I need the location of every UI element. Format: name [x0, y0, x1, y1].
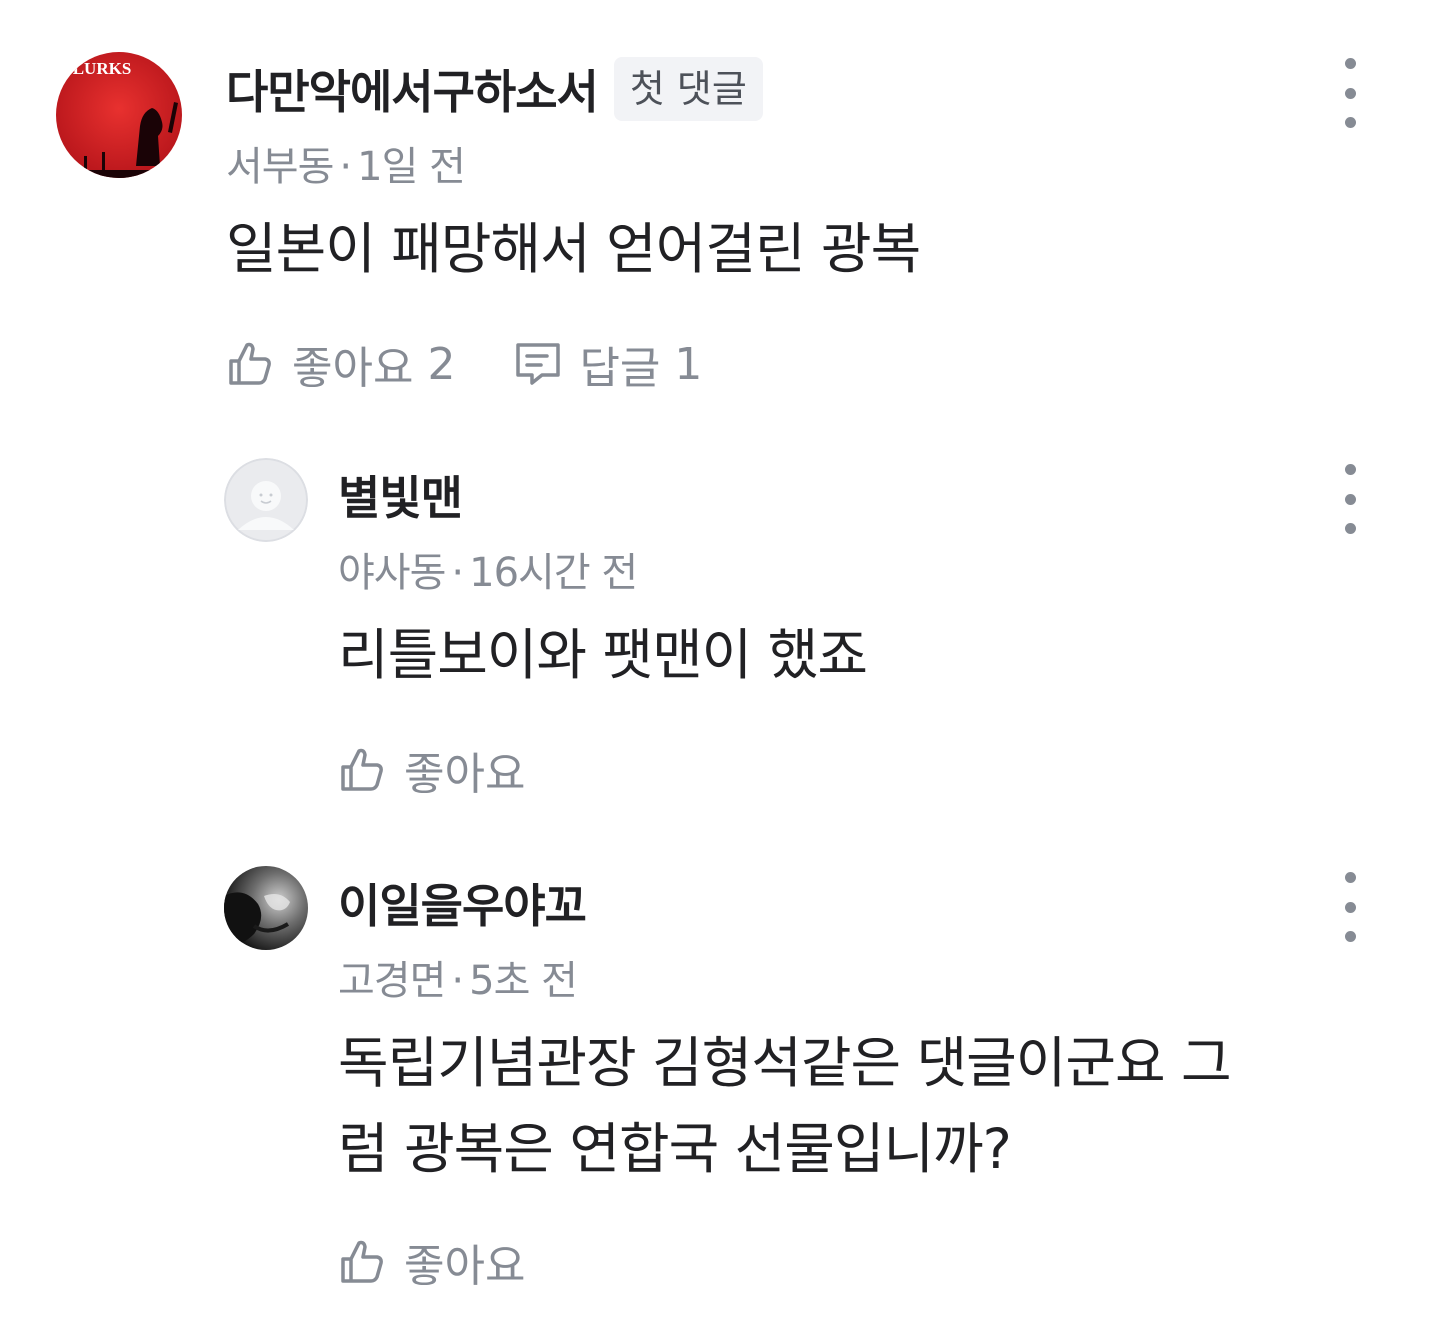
comment-meta: 야사동 · 16시간 전 [338, 540, 638, 598]
nickname[interactable]: 이일을우야꼬 [338, 870, 587, 936]
avatar[interactable] [224, 866, 308, 950]
like-label: 좋아요 [292, 343, 414, 394]
thumbs-up-icon [229, 342, 271, 385]
comment-meta: 고경면 · 5초 전 [338, 948, 578, 1006]
more-options-button[interactable] [1330, 58, 1370, 128]
location-text: 야사동 [338, 550, 446, 596]
more-vertical-icon [1344, 58, 1356, 69]
avatar-image: LURKS [56, 52, 182, 178]
comment-actions: 좋아요 2 답글 1 [226, 332, 702, 396]
like-count: 2 [427, 338, 456, 390]
time-text: 16시간 전 [469, 550, 638, 596]
avatar-logo-text: LURKS [73, 59, 132, 78]
comment-text: 독립기념관장 김형석같은 댓글이군요 그 럼 광복은 연합국 선물입니까? [338, 1020, 1398, 1192]
comment-meta: 서부동 · 1일 전 [226, 134, 466, 192]
comment-text: 일본이 패망해서 얻어걸린 광복 [226, 217, 921, 281]
thumbs-up-icon [341, 1240, 383, 1283]
comment-header: 별빛맨 [338, 460, 463, 530]
comment-actions: 좋아요 [338, 1230, 525, 1294]
time-text: 5초 전 [469, 958, 578, 1004]
more-vertical-icon [1344, 464, 1356, 475]
first-comment-badge: 첫 댓글 [613, 57, 763, 121]
like-label: 좋아요 [404, 1241, 526, 1292]
comment-header: 다만악에서구하소서 첫 댓글 [226, 54, 763, 124]
avatar[interactable]: LURKS [56, 52, 182, 178]
comment-header: 이일을우야꼬 [338, 868, 587, 938]
speech-bubble-icon [516, 343, 561, 385]
comment-actions: 좋아요 [338, 738, 525, 802]
thumbs-up-icon [341, 748, 383, 791]
reply-label: 답글 [579, 343, 661, 394]
time-text: 1일 전 [357, 144, 466, 190]
default-profile-icon [224, 458, 308, 542]
meta-separator: · [339, 144, 352, 190]
like-button[interactable]: 좋아요 2 [226, 332, 455, 396]
comment-text: 리틀보이와 팻맨이 했죠 [338, 623, 868, 687]
avatar-image [224, 866, 308, 950]
comment-text-line: 독립기념관장 김형석같은 댓글이군요 그 [338, 1031, 1232, 1095]
more-options-button[interactable] [1330, 872, 1370, 942]
more-vertical-icon [1344, 872, 1356, 883]
meta-separator: · [451, 958, 464, 1004]
comment-text-line: 럼 광복은 연합국 선물입니까? [338, 1117, 1012, 1181]
nickname[interactable]: 별빛맨 [338, 462, 463, 528]
like-button[interactable]: 좋아요 [338, 738, 525, 802]
avatar[interactable] [224, 458, 308, 542]
reply-button[interactable]: 답글 1 [513, 332, 702, 396]
like-label: 좋아요 [404, 749, 526, 800]
more-options-button[interactable] [1330, 464, 1370, 534]
like-button[interactable]: 좋아요 [338, 1230, 525, 1294]
nickname[interactable]: 다만악에서구하소서 [226, 56, 599, 122]
location-text: 고경면 [338, 958, 446, 1004]
meta-separator: · [451, 550, 464, 596]
location-text: 서부동 [226, 144, 334, 190]
reply-count: 1 [674, 338, 703, 390]
